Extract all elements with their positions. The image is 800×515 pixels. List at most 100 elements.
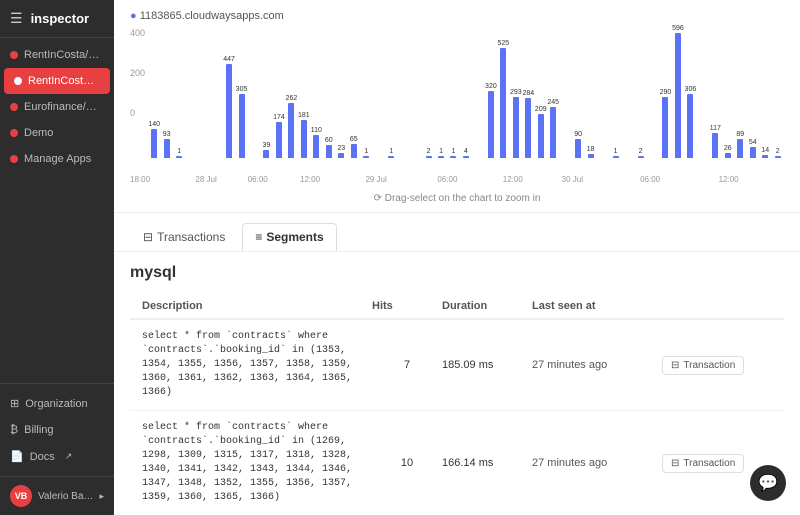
bar-value: 525 xyxy=(498,40,510,47)
bar xyxy=(239,94,245,158)
bar-group: 174 xyxy=(273,114,285,158)
tab-transactions[interactable]: ⊟Transactions xyxy=(130,223,238,251)
sidebar-item-label: RentInCosta/Efisio xyxy=(24,49,104,61)
dot-icon xyxy=(10,51,18,59)
bar-value: 2 xyxy=(639,148,643,155)
bar-group: 14 xyxy=(759,147,771,158)
bar-value: 1 xyxy=(614,148,618,155)
chart-url: 1183865.cloudwaysapps.com xyxy=(130,10,784,22)
dot-icon xyxy=(10,155,18,163)
bar-group: 284 xyxy=(522,90,534,158)
bar-group: 596 xyxy=(672,25,684,158)
bar-group: 525 xyxy=(497,40,509,158)
bar-value: 93 xyxy=(163,131,171,138)
tab-segments[interactable]: ≡Segments xyxy=(242,223,336,251)
bar-value: 18 xyxy=(587,146,595,153)
bar-value: 290 xyxy=(660,89,672,96)
time-label: 30 Jul xyxy=(562,175,583,184)
bar-value: 39 xyxy=(263,142,271,149)
bar-group: 89 xyxy=(734,131,746,158)
y-label-0: 0 xyxy=(130,108,135,118)
bar xyxy=(288,103,294,158)
user-name: Valerio Barbera xyxy=(38,491,93,502)
bar xyxy=(750,147,756,158)
bar xyxy=(575,139,581,158)
billing-icon: ₿ xyxy=(10,424,18,436)
bar-value: 245 xyxy=(547,99,559,106)
bar-value: 89 xyxy=(736,131,744,138)
row-last-seen: 27 minutes ago xyxy=(532,359,662,371)
bar-value: 209 xyxy=(535,106,547,113)
col-hits: Hits xyxy=(372,300,442,312)
main-content: 1183865.cloudwaysapps.com 400 200 0 1409… xyxy=(114,0,800,515)
sidebar-bottom-item-docs[interactable]: 📄Docs↗ xyxy=(0,443,114,470)
row-action: ⊟Transaction xyxy=(662,356,772,375)
chart-note: ⟳ Drag-select on the chart to zoom in xyxy=(130,189,784,208)
transaction-button[interactable]: ⊟Transaction xyxy=(662,356,744,375)
y-label-400: 400 xyxy=(130,28,145,38)
bar xyxy=(426,156,432,158)
transaction-button[interactable]: ⊟Transaction xyxy=(662,454,744,473)
bar-group: 65 xyxy=(348,136,360,158)
bar-group xyxy=(210,147,222,158)
bar xyxy=(725,153,731,158)
sidebar-header: ☰ inspector xyxy=(0,0,114,38)
sidebar-item-demo[interactable]: Demo xyxy=(0,120,114,146)
bar xyxy=(588,154,594,158)
bar-value: 320 xyxy=(485,83,497,90)
sidebar-item-label: Demo xyxy=(24,127,53,139)
bar-value: 110 xyxy=(311,127,322,134)
sidebar-item-manage-apps[interactable]: Manage Apps xyxy=(0,146,114,172)
sidebar-user[interactable]: VB Valerio Barbera ▸ xyxy=(0,476,114,515)
bar-value: 596 xyxy=(672,25,684,32)
col-action xyxy=(662,300,772,312)
bar-group: 110 xyxy=(310,127,322,158)
bar xyxy=(351,144,357,158)
bar-group: 140 xyxy=(148,121,160,158)
tab-label: Transactions xyxy=(157,230,225,244)
bar-group: 26 xyxy=(722,145,734,158)
sidebar-bottom-item-billing[interactable]: ₿Billing xyxy=(0,417,114,443)
content-area: mysql Description Hits Duration Last see… xyxy=(114,252,800,515)
bar-group: 90 xyxy=(572,131,584,158)
sidebar-bottom-item-organization[interactable]: ⊞Organization xyxy=(0,390,114,417)
hamburger-icon[interactable]: ☰ xyxy=(10,10,23,27)
sidebar-item-rentincosta-efisio[interactable]: RentInCosta/Efisio xyxy=(0,42,114,68)
bar xyxy=(313,135,319,158)
table-header: Description Hits Duration Last seen at xyxy=(130,294,784,320)
docs-icon: 📄 xyxy=(10,450,24,463)
chat-bubble[interactable]: 💬 xyxy=(750,465,786,501)
bar-value: 1 xyxy=(439,148,443,155)
bar-value: 262 xyxy=(286,95,298,102)
sidebar-item-eurofinance-prod[interactable]: Eurofinance/PROD xyxy=(0,94,114,120)
bar-group: 181 xyxy=(298,112,310,158)
bar-value: 14 xyxy=(761,147,769,154)
bar-group: 305 xyxy=(235,86,247,158)
bar xyxy=(463,156,469,158)
bar xyxy=(550,107,556,158)
bar-group: 293 xyxy=(510,89,522,158)
bar-group: 117 xyxy=(709,125,721,158)
col-description: Description xyxy=(142,300,372,312)
segments-tab-icon: ≡ xyxy=(255,230,262,244)
table-row: select * from `contracts` where `contrac… xyxy=(130,320,784,411)
bar xyxy=(675,33,681,158)
sidebar-item-rentincosta-sorr[interactable]: RentInCosta/Sorr... xyxy=(4,68,110,94)
bar-value: 306 xyxy=(685,86,697,93)
time-label: 28 Jul xyxy=(195,175,216,184)
bar-value: 90 xyxy=(574,131,582,138)
time-label: 06:00 xyxy=(248,175,268,184)
row-duration: 166.14 ms xyxy=(442,457,532,469)
chart-area: 1183865.cloudwaysapps.com 400 200 0 1409… xyxy=(114,0,800,213)
bar-value: 23 xyxy=(337,145,345,152)
bar-value: 65 xyxy=(350,136,358,143)
chart-bars: 1409314473053917426218111060236511211432… xyxy=(130,28,784,158)
bar-group xyxy=(248,147,260,158)
bar-value: 60 xyxy=(325,137,333,144)
bar-group: 39 xyxy=(260,142,272,158)
bar-group: 23 xyxy=(335,145,347,158)
row-duration: 185.09 ms xyxy=(442,359,532,371)
bar-value: 447 xyxy=(223,56,235,63)
avatar: VB xyxy=(10,485,32,507)
bar-group: 93 xyxy=(160,131,172,158)
